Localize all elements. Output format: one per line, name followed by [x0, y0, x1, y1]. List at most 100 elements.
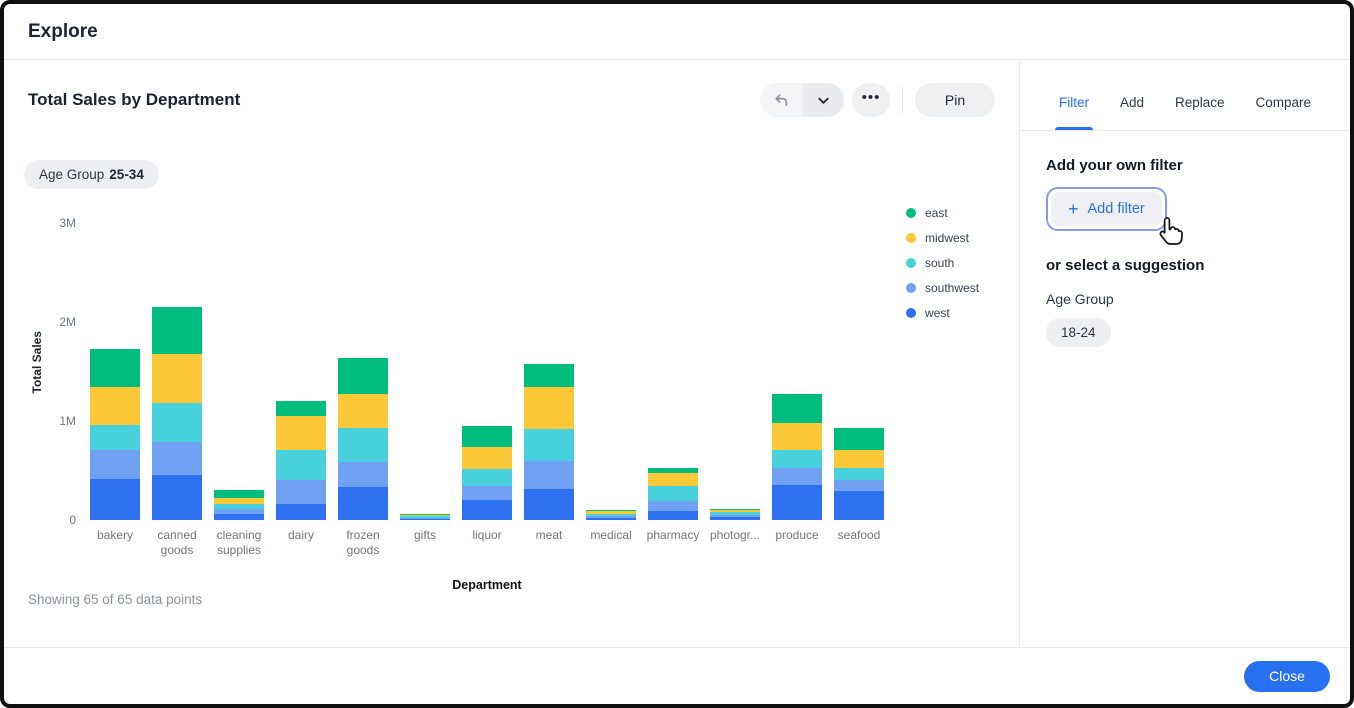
close-button[interactable]: Close: [1244, 661, 1330, 692]
bar-segment-southwest[interactable]: [462, 486, 512, 500]
tab-add[interactable]: Add: [1118, 74, 1146, 130]
bar-segment-west[interactable]: [400, 519, 450, 520]
bar-segment-southwest[interactable]: [152, 442, 202, 475]
legend-label: south: [925, 256, 954, 270]
legend-item-west[interactable]: west: [906, 306, 1026, 320]
stacked-bar[interactable]: [462, 426, 512, 520]
bar-segment-south[interactable]: [462, 469, 512, 487]
stacked-bar[interactable]: [834, 428, 884, 520]
bar-segment-west[interactable]: [524, 489, 574, 520]
x-tick-label: cleaning supplies: [208, 528, 270, 558]
bar-column: [84, 204, 146, 520]
suggestion-chip[interactable]: 18-24: [1046, 318, 1111, 347]
bar-segment-west[interactable]: [834, 491, 884, 520]
stacked-bar[interactable]: [648, 468, 698, 520]
bar-segment-midwest[interactable]: [834, 450, 884, 468]
bar-segment-south[interactable]: [276, 450, 326, 480]
bar-segment-midwest[interactable]: [152, 354, 202, 403]
bar-segment-south[interactable]: [648, 486, 698, 501]
page-title: Explore: [28, 21, 98, 43]
bar-segment-west[interactable]: [462, 500, 512, 520]
chart-area: Total Sales by Department: [4, 60, 1020, 647]
bar-segment-east[interactable]: [772, 394, 822, 423]
bar-segment-west[interactable]: [710, 517, 760, 520]
bar-segment-midwest[interactable]: [338, 394, 388, 429]
bar-segment-south[interactable]: [772, 450, 822, 468]
bar-segment-midwest[interactable]: [90, 387, 140, 426]
bar-segment-west[interactable]: [276, 504, 326, 520]
legend-item-east[interactable]: east: [906, 206, 1026, 220]
undo-dropdown-button[interactable]: [803, 83, 844, 117]
add-filter-button[interactable]: + Add filter: [1051, 192, 1162, 226]
bar-segment-west[interactable]: [772, 485, 822, 520]
add-filter-heading: Add your own filter: [1046, 157, 1324, 174]
bar-segment-southwest[interactable]: [834, 480, 884, 491]
bar-segment-southwest[interactable]: [90, 450, 140, 479]
x-tick-label: bakery: [84, 528, 146, 558]
tab-compare[interactable]: Compare: [1254, 74, 1314, 130]
x-axis-title: Department: [84, 578, 890, 592]
bar-segment-southwest[interactable]: [524, 461, 574, 489]
legend-item-midwest[interactable]: midwest: [906, 231, 1026, 245]
bar-segment-east[interactable]: [462, 426, 512, 447]
stacked-bar[interactable]: [400, 514, 450, 520]
stacked-bar[interactable]: [276, 401, 326, 520]
bar-segment-east[interactable]: [214, 490, 264, 497]
legend-label: southwest: [925, 281, 979, 295]
stacked-bar[interactable]: [338, 358, 388, 520]
bar-segment-south[interactable]: [90, 425, 140, 450]
bar-segment-southwest[interactable]: [338, 462, 388, 487]
bar-segment-midwest[interactable]: [524, 387, 574, 429]
panel-body: Add your own filter + Add filter or sele…: [1020, 157, 1350, 347]
stacked-bar[interactable]: [772, 394, 822, 520]
legend-item-south[interactable]: south: [906, 256, 1026, 270]
bar-segment-west[interactable]: [586, 518, 636, 520]
stacked-bar[interactable]: [710, 509, 760, 520]
bar-column: [766, 204, 828, 520]
dialog-titlebar: Explore: [4, 4, 1350, 60]
y-tick-label: 3M: [59, 216, 76, 230]
stacked-bar[interactable]: [152, 307, 202, 520]
chart-title: Total Sales by Department: [28, 90, 240, 110]
more-options-button[interactable]: •••: [852, 83, 890, 117]
bar-segment-south[interactable]: [524, 429, 574, 461]
bar-segment-midwest[interactable]: [276, 416, 326, 451]
bar-segment-southwest[interactable]: [772, 468, 822, 486]
bar-segment-west[interactable]: [214, 514, 264, 520]
stacked-bar[interactable]: [214, 490, 264, 520]
tab-replace[interactable]: Replace: [1173, 74, 1227, 130]
bar-segment-midwest[interactable]: [772, 423, 822, 450]
bar-segment-south[interactable]: [338, 428, 388, 462]
bar-segment-southwest[interactable]: [648, 501, 698, 511]
bar-segment-south[interactable]: [834, 468, 884, 480]
bar-segment-south[interactable]: [152, 403, 202, 443]
bar-segment-east[interactable]: [90, 349, 140, 387]
stacked-bar[interactable]: [90, 349, 140, 520]
pin-button[interactable]: Pin: [915, 83, 995, 117]
stacked-bar[interactable]: [586, 510, 636, 520]
bar-segment-east[interactable]: [152, 307, 202, 355]
bar-segment-west[interactable]: [648, 511, 698, 520]
applied-filter-chip[interactable]: Age Group 25-34: [24, 160, 159, 189]
legend-label: west: [925, 306, 950, 320]
legend-dot-icon: [906, 283, 916, 293]
bar-segment-midwest[interactable]: [648, 473, 698, 487]
undo-button[interactable]: [760, 83, 803, 117]
bar-segment-west[interactable]: [338, 487, 388, 520]
bar-column: [456, 204, 518, 520]
bar-segment-east[interactable]: [338, 358, 388, 394]
bar-segment-midwest[interactable]: [214, 498, 264, 505]
bar-segment-midwest[interactable]: [462, 447, 512, 468]
bar-segment-west[interactable]: [90, 479, 140, 520]
tab-filter[interactable]: Filter: [1057, 74, 1091, 130]
bar-column: [518, 204, 580, 520]
x-tick-label: medical: [580, 528, 642, 558]
stacked-bar[interactable]: [524, 364, 574, 520]
bar-segment-southwest[interactable]: [276, 480, 326, 504]
bar-segment-east[interactable]: [524, 364, 574, 388]
bar-segment-west[interactable]: [152, 475, 202, 520]
bar-segment-east[interactable]: [276, 401, 326, 415]
legend-item-southwest[interactable]: southwest: [906, 281, 1026, 295]
x-tick-label: seafood: [828, 528, 890, 558]
bar-segment-east[interactable]: [834, 428, 884, 450]
